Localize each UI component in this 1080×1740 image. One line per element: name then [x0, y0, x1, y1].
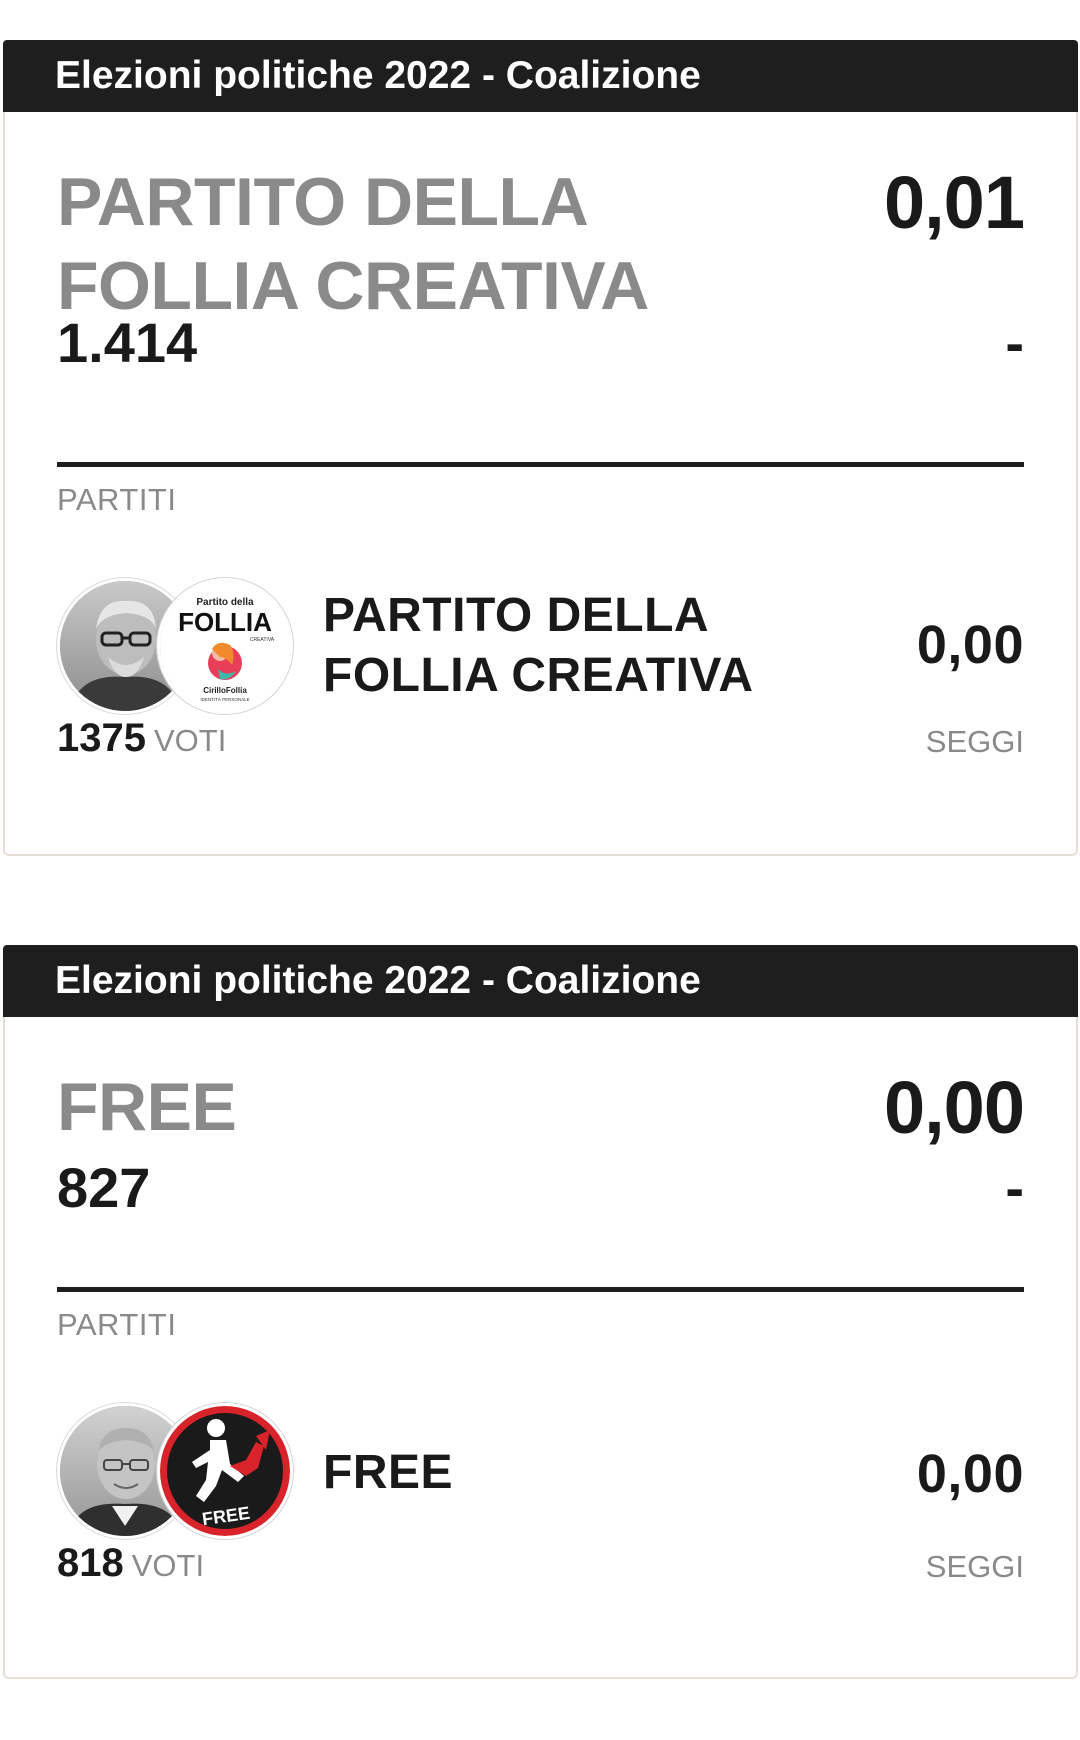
coalition-votes: 827 — [57, 1156, 151, 1219]
seats-label: SEGGI — [925, 1549, 1024, 1584]
logo-text: CirilloFollia — [203, 686, 247, 695]
card-header: Elezioni politiche 2022 - Coalizione — [3, 945, 1078, 1017]
follia-creativa-logo-icon: Partito della FOLLIA CREATIVA CirilloFol… — [157, 578, 293, 714]
party-images: FREE — [57, 1403, 293, 1539]
coalition-card: Elezioni politiche 2022 - Coalizione PAR… — [3, 40, 1078, 856]
party-votes: 1375 VOTI — [57, 716, 226, 761]
logo-text: FOLLIA — [178, 607, 272, 637]
party-percent: 0,00 — [916, 1444, 1024, 1504]
logo-text: IDENTITÀ PERSONALE — [200, 696, 249, 702]
section-label-parties: PARTITI — [57, 1307, 177, 1342]
divider — [57, 462, 1024, 467]
votes-unit-label: VOTI — [153, 723, 227, 758]
seats-label: SEGGI — [925, 724, 1024, 759]
party-name: FREE — [323, 1446, 454, 1499]
logo-text: CREATIVA — [250, 637, 275, 643]
coalition-votes: 1.414 — [57, 311, 198, 374]
party-percent: 0,00 — [916, 615, 1024, 675]
divider — [57, 1287, 1024, 1292]
coalition-name: FREE — [57, 1069, 237, 1145]
free-logo-icon: FREE — [157, 1403, 293, 1539]
party-votes: 818 VOTI — [57, 1541, 204, 1586]
coalition-name: PARTITO DELLA FOLLIA CREATIVA — [57, 164, 649, 324]
party-votes-value: 818 — [57, 1541, 124, 1585]
card-header: Elezioni politiche 2022 - Coalizione — [3, 40, 1078, 112]
party-name: PARTITO DELLA FOLLIA CREATIVA — [323, 589, 754, 702]
section-label-parties: PARTITI — [57, 482, 177, 517]
party-votes-value: 1375 — [57, 716, 146, 760]
party-images: Partito della FOLLIA CREATIVA CirilloFol… — [57, 578, 293, 714]
coalition-seats: - — [1005, 311, 1024, 374]
coalition-percent: 0,01 — [883, 161, 1025, 244]
coalition-percent: 0,00 — [883, 1066, 1025, 1149]
coalition-card: Elezioni politiche 2022 - Coalizione FRE… — [3, 945, 1078, 1679]
coalition-seats: - — [1005, 1156, 1024, 1219]
votes-unit-label: VOTI — [131, 1548, 205, 1583]
